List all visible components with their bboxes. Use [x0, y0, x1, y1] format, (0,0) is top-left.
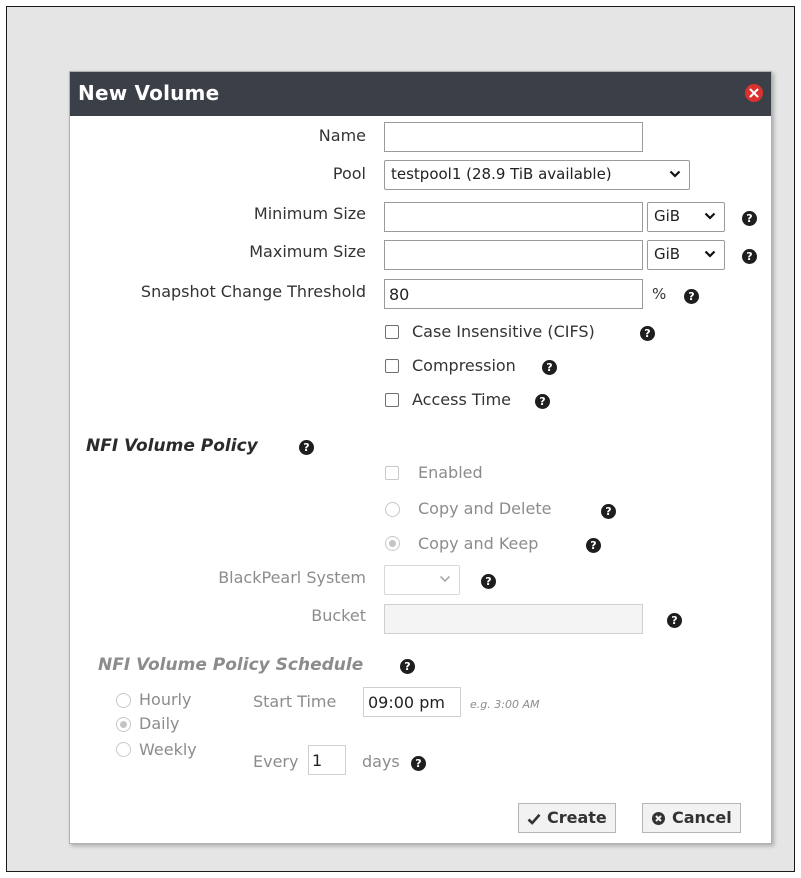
nfi-policy-heading: NFI Volume Policy: [86, 436, 258, 456]
chevron-down-icon: [704, 212, 716, 220]
pool-select-value: testpool1 (28.9 TiB available): [391, 165, 612, 183]
daily-radio[interactable]: [116, 717, 131, 732]
nfi-enabled-checkbox[interactable]: [385, 466, 399, 480]
minimum-size-input[interactable]: [384, 202, 643, 232]
compression-label: Compression: [412, 356, 516, 375]
cancel-label: Cancel: [672, 808, 732, 827]
start-time-label: Start Time: [253, 692, 337, 711]
close-icon[interactable]: [745, 84, 763, 102]
every-input[interactable]: [308, 745, 346, 775]
help-icon[interactable]: ?: [400, 659, 415, 674]
name-label: Name: [318, 126, 366, 145]
help-icon[interactable]: ?: [481, 574, 496, 589]
start-time-input[interactable]: [363, 687, 461, 717]
chevron-down-icon: [669, 170, 681, 178]
dialog-titlebar[interactable]: New Volume: [70, 72, 771, 116]
schedule-heading: NFI Volume Policy Schedule: [98, 655, 364, 675]
maximum-size-input[interactable]: [384, 240, 643, 270]
help-icon[interactable]: ?: [586, 538, 601, 553]
minimum-size-unit-value: GiB: [654, 207, 681, 225]
daily-label: Daily: [139, 714, 180, 733]
new-volume-dialog: New Volume Name Pool testpool1 (28.9 TiB…: [69, 71, 772, 844]
pool-label: Pool: [332, 164, 366, 183]
nfi-enabled-label: Enabled: [418, 463, 483, 482]
help-icon[interactable]: ?: [742, 211, 757, 226]
create-button[interactable]: Create: [518, 803, 616, 833]
start-time-hint: e.g. 3:00 AM: [470, 698, 540, 711]
access-time-label: Access Time: [412, 390, 512, 409]
hourly-radio[interactable]: [116, 693, 131, 708]
help-icon[interactable]: ?: [684, 289, 699, 304]
minimum-size-label: Minimum Size: [253, 204, 366, 223]
weekly-label: Weekly: [139, 740, 197, 759]
help-icon[interactable]: ?: [535, 394, 550, 409]
help-icon[interactable]: ?: [667, 613, 682, 628]
weekly-radio[interactable]: [116, 742, 131, 757]
copy-delete-radio[interactable]: [385, 502, 400, 517]
percent-unit: %: [652, 285, 667, 303]
minimum-size-unit-select[interactable]: GiB: [647, 202, 725, 232]
help-icon[interactable]: ?: [601, 504, 616, 519]
blackpearl-label: BlackPearl System: [218, 568, 366, 587]
blackpearl-select[interactable]: [384, 565, 460, 595]
check-icon: [527, 813, 541, 825]
every-label: Every: [253, 752, 299, 771]
window-frame: New Volume Name Pool testpool1 (28.9 TiB…: [6, 6, 795, 872]
name-input[interactable]: [384, 122, 643, 152]
case-insensitive-checkbox[interactable]: [385, 325, 399, 339]
maximum-size-label: Maximum Size: [249, 242, 366, 261]
help-icon[interactable]: ?: [542, 360, 557, 375]
hourly-label: Hourly: [139, 690, 192, 709]
maximum-size-unit-select[interactable]: GiB: [647, 240, 725, 270]
chevron-down-icon: [704, 250, 716, 258]
help-icon[interactable]: ?: [742, 249, 757, 264]
compression-checkbox[interactable]: [385, 359, 399, 373]
copy-delete-label: Copy and Delete: [418, 499, 552, 518]
snapshot-threshold-input[interactable]: [384, 279, 643, 309]
help-icon[interactable]: ?: [411, 756, 426, 771]
cancel-circle-icon: [652, 812, 665, 825]
bucket-label: Bucket: [311, 606, 366, 625]
cancel-button[interactable]: Cancel: [642, 803, 741, 833]
create-label: Create: [547, 808, 607, 827]
chevron-down-icon: [439, 575, 451, 583]
dialog-title: New Volume: [78, 81, 220, 105]
case-insensitive-label: Case Insensitive (CIFS): [412, 322, 595, 341]
copy-keep-label: Copy and Keep: [418, 534, 539, 553]
copy-keep-radio[interactable]: [385, 536, 400, 551]
bucket-input[interactable]: [384, 604, 643, 634]
access-time-checkbox[interactable]: [385, 393, 399, 407]
maximum-size-unit-value: GiB: [654, 245, 681, 263]
help-icon[interactable]: ?: [299, 440, 314, 455]
snapshot-threshold-label: Snapshot Change Threshold: [140, 282, 366, 301]
days-label: days: [362, 752, 400, 771]
help-icon[interactable]: ?: [640, 326, 655, 341]
pool-select[interactable]: testpool1 (28.9 TiB available): [384, 160, 690, 190]
